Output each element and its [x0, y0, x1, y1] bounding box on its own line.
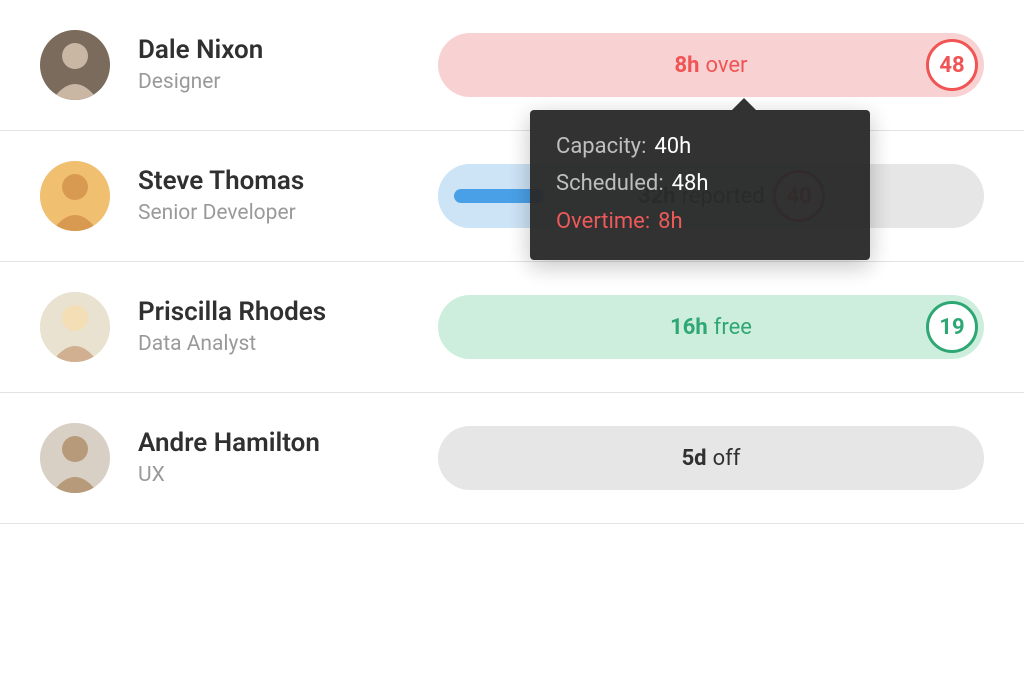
capacity-tooltip: Capacity: 40h Scheduled: 48h Overtime: 8…: [530, 110, 870, 260]
bar-label: 8h over: [675, 53, 748, 78]
person-name: Dale Nixon: [138, 36, 398, 65]
avatar-placeholder-icon: [40, 423, 110, 493]
avatar-placeholder-icon: [40, 292, 110, 362]
bar-label: 16h free: [670, 315, 752, 340]
hours-badge: 48: [926, 39, 978, 91]
hours-badge: 19: [926, 301, 978, 353]
capacity-bar[interactable]: 8h over 48: [438, 33, 984, 97]
avatar: [40, 292, 110, 362]
capacity-bar-area: 5d off: [438, 426, 984, 490]
identity: Dale Nixon Designer: [138, 36, 398, 95]
person-role: Senior Developer: [138, 201, 398, 225]
avatar: [40, 423, 110, 493]
person-name: Steve Thomas: [138, 167, 398, 196]
resource-row[interactable]: Dale Nixon Designer 8h over 48: [0, 0, 1024, 131]
capacity-bar-area: 16h free 19: [438, 295, 984, 359]
tooltip-line-capacity: Capacity: 40h: [556, 128, 844, 165]
resource-row[interactable]: Priscilla Rhodes Data Analyst 16h free 1…: [0, 262, 1024, 393]
tooltip-label: Capacity:: [556, 128, 646, 165]
capacity-bar[interactable]: 5d off: [438, 426, 984, 490]
tooltip-value: 8h: [658, 203, 682, 240]
person-name: Priscilla Rhodes: [138, 298, 398, 327]
tooltip-line-overtime: Overtime: 8h: [556, 203, 844, 240]
person-role: Designer: [138, 70, 398, 94]
person-role: UX: [138, 463, 398, 487]
tooltip-value: 48h: [672, 165, 709, 202]
resource-row[interactable]: Andre Hamilton UX 5d off: [0, 393, 1024, 524]
avatar: [40, 30, 110, 100]
tooltip-label: Scheduled:: [556, 165, 664, 202]
person-role: Data Analyst: [138, 332, 398, 356]
capacity-bar-area: 8h over 48: [438, 33, 984, 97]
person-name: Andre Hamilton: [138, 429, 398, 458]
bar-label: 5d off: [682, 446, 741, 471]
avatar: [40, 161, 110, 231]
identity: Priscilla Rhodes Data Analyst: [138, 298, 398, 357]
identity: Andre Hamilton UX: [138, 429, 398, 488]
avatar-placeholder-icon: [40, 161, 110, 231]
resource-row[interactable]: Steve Thomas Senior Developer 32h report…: [0, 131, 1024, 262]
tooltip-line-scheduled: Scheduled: 48h: [556, 165, 844, 202]
capacity-bar[interactable]: 16h free 19: [438, 295, 984, 359]
capacity-list: Dale Nixon Designer 8h over 48 Steve Tho…: [0, 0, 1024, 673]
tooltip-label: Overtime:: [556, 203, 650, 240]
avatar-placeholder-icon: [40, 30, 110, 100]
tooltip-value: 40h: [654, 128, 691, 165]
identity: Steve Thomas Senior Developer: [138, 167, 398, 226]
